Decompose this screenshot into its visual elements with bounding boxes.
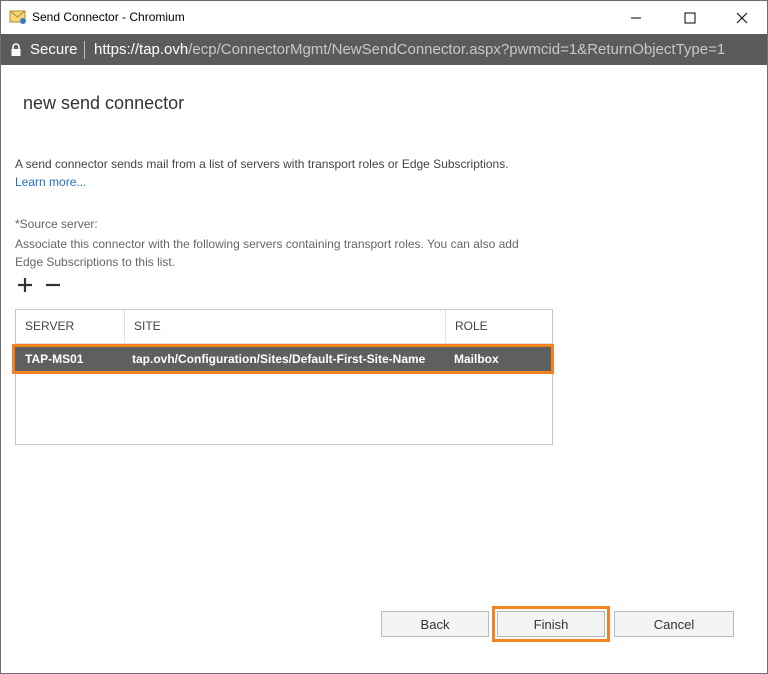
grid-header: SERVER SITE ROLE xyxy=(16,310,552,344)
cancel-button[interactable]: Cancel xyxy=(614,611,734,637)
url-path: /ecp/ConnectorMgmt/NewSendConnector.aspx… xyxy=(188,41,726,58)
column-header-server[interactable]: SERVER xyxy=(16,310,124,343)
cell-site: tap.ovh/Configuration/Sites/Default-Firs… xyxy=(132,352,426,366)
connector-description: A send connector sends mail from a list … xyxy=(15,157,509,171)
url-host: https://tap.ovh xyxy=(94,41,189,58)
secure-label: Secure xyxy=(30,41,78,58)
server-grid: SERVER SITE ROLE TAP-MS01 tap.ovh/Config… xyxy=(12,309,554,445)
minimize-button[interactable] xyxy=(613,1,659,34)
add-icon xyxy=(18,278,32,292)
cell-server: TAP-MS01 xyxy=(25,352,84,366)
learn-more-link[interactable]: Learn more... xyxy=(15,175,86,189)
back-button[interactable]: Back xyxy=(381,611,489,637)
url-text[interactable]: https://tap.ovh/ecp/ConnectorMgmt/NewSen… xyxy=(94,41,725,58)
browser-window: Send Connector - Chromium Secure https:/… xyxy=(0,0,768,674)
remove-icon xyxy=(46,283,60,287)
finish-button[interactable]: Finish xyxy=(492,606,610,642)
column-header-role[interactable]: ROLE xyxy=(445,310,552,343)
page-title: new send connector xyxy=(23,93,185,113)
cell-role: Mailbox xyxy=(454,352,499,366)
address-separator xyxy=(84,41,85,59)
window-title: Send Connector - Chromium xyxy=(32,10,185,24)
close-icon xyxy=(736,12,748,23)
maximize-icon xyxy=(684,12,696,23)
dialog-content: new send connector A send connector send… xyxy=(1,65,767,673)
source-server-description: Associate this connector with the follow… xyxy=(15,237,519,269)
close-button[interactable] xyxy=(719,1,765,34)
lock-icon xyxy=(10,43,22,62)
title-bar: Send Connector - Chromium xyxy=(1,1,767,34)
app-icon xyxy=(9,9,27,25)
address-bar[interactable]: Secure https://tap.ovh/ecp/ConnectorMgmt… xyxy=(1,34,767,65)
remove-server-button[interactable] xyxy=(45,277,61,293)
source-server-label: *Source server: xyxy=(15,217,98,231)
minimize-icon xyxy=(631,17,641,18)
column-header-site[interactable]: SITE xyxy=(124,310,445,343)
add-server-button[interactable] xyxy=(17,277,33,293)
table-row[interactable]: TAP-MS01 tap.ovh/Configuration/Sites/Def… xyxy=(12,344,554,374)
maximize-button[interactable] xyxy=(667,1,713,34)
